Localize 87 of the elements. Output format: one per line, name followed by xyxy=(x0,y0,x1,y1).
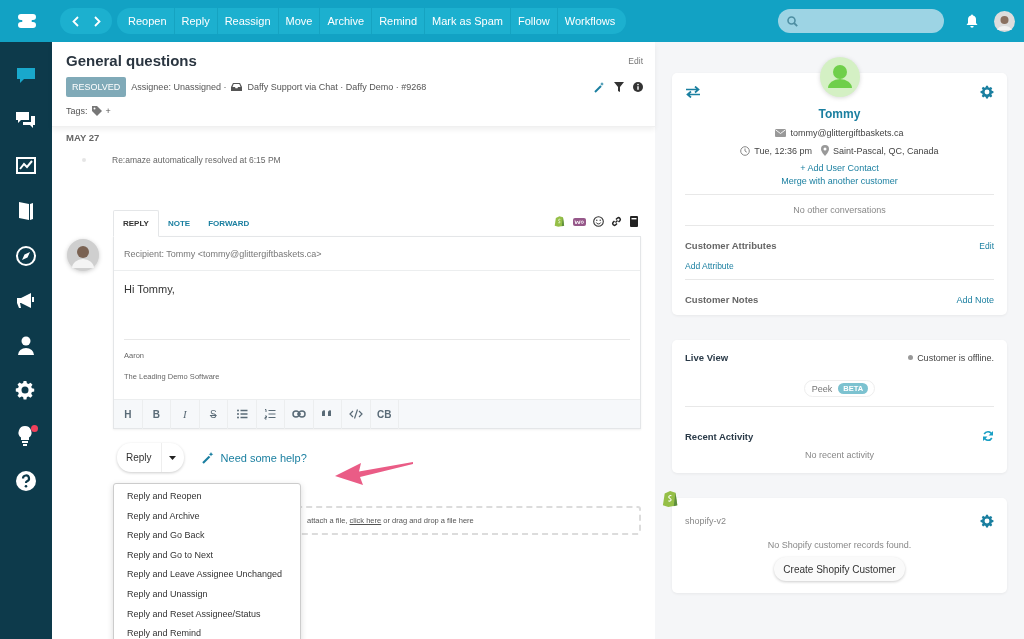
format-button[interactable]: S xyxy=(199,399,228,429)
merge-link[interactable]: Merge with another customer xyxy=(685,176,994,186)
person-avatar xyxy=(820,57,860,97)
no-activity-text: No recent activity xyxy=(804,450,875,460)
reply-button[interactable]: Reply xyxy=(117,443,162,472)
add-contact-link[interactable]: + Add User Contact xyxy=(685,163,994,173)
add-note-link[interactable]: Add Note xyxy=(956,294,994,305)
menu-item[interactable]: Reply and Leave Assignee Unchanged xyxy=(114,565,300,585)
event-text: Re:amaze automatically resolved at 6:15 PM xyxy=(112,155,281,165)
chevron-right-icon xyxy=(93,15,101,27)
edit-link[interactable]: Edit xyxy=(628,55,643,66)
caret-icon xyxy=(169,455,177,460)
woo-icon[interactable] xyxy=(573,217,586,226)
search-icon xyxy=(787,15,798,27)
menu-item[interactable]: Reply and Reopen xyxy=(114,487,300,507)
chart-icon xyxy=(15,155,37,177)
tag-icon[interactable] xyxy=(91,106,102,116)
edit-link[interactable]: Edit xyxy=(979,240,994,251)
assignee-text: Assignee: Unassigned · xyxy=(131,82,227,92)
section-title: Customer Notes xyxy=(685,294,759,305)
status-dot xyxy=(908,355,914,360)
section-title: Live View xyxy=(685,352,729,363)
integration-name: shopify-v2 xyxy=(685,516,727,526)
bullet-list-icon xyxy=(234,407,249,421)
composer-tab[interactable]: REPLY xyxy=(113,210,159,237)
emoji-icon[interactable] xyxy=(593,216,604,227)
add-attribute-link[interactable]: Add Attribute xyxy=(685,261,994,271)
date-label: MAY 27 xyxy=(65,131,101,143)
inbox-icon xyxy=(231,83,243,91)
link-icon[interactable] xyxy=(611,216,622,227)
no-records-text: No Shopify customer records found. xyxy=(766,540,913,550)
user-avatar[interactable] xyxy=(994,10,1015,32)
create-customer-button[interactable]: Create Shopify Customer xyxy=(774,557,905,581)
settings-icon xyxy=(15,380,37,402)
magic-wand-icon[interactable] xyxy=(594,81,605,93)
sidebar-item[interactable] xyxy=(13,243,39,269)
status-badge: RESOLVED xyxy=(66,77,127,97)
message-text: Hi Tommy, xyxy=(124,283,176,295)
bell-icon[interactable] xyxy=(966,14,978,28)
shopping-bag-icon[interactable] xyxy=(554,215,566,228)
menu-item[interactable]: Reply and Unassign xyxy=(114,584,300,605)
sidebar-item[interactable] xyxy=(13,468,39,494)
customer-email: tommy@glittergiftbaskets.ca xyxy=(790,128,904,138)
no-conversations-text: No other conversations xyxy=(792,204,887,217)
code-icon xyxy=(348,407,363,421)
clock-icon xyxy=(740,145,751,156)
numbered-list-icon xyxy=(263,407,278,421)
menu-item[interactable]: Reply and Go to Next xyxy=(114,545,300,566)
channel-text: Daffy Support via Chat · Daffy Demo · #9268 xyxy=(247,82,427,92)
help-icon xyxy=(15,470,37,492)
composer-tab[interactable]: NOTE xyxy=(158,210,200,237)
format-button[interactable]: B xyxy=(142,399,171,429)
magic-wand-icon xyxy=(201,451,214,464)
section-title: Recent Activity xyxy=(685,430,754,442)
search-field[interactable] xyxy=(778,9,944,33)
format-button[interactable]: H xyxy=(114,399,143,429)
add-tag-button[interactable]: + xyxy=(105,106,111,116)
chevron-left-icon xyxy=(71,15,79,27)
menu-item[interactable]: Reply and Archive xyxy=(114,506,300,527)
info-icon[interactable] xyxy=(633,82,643,92)
online-status: Customer is offline. xyxy=(917,352,994,363)
format-button[interactable]: CB xyxy=(370,399,399,429)
location-pin-icon xyxy=(821,145,830,156)
recipient-field[interactable]: Recipient: Tommy <tommy@glittergiftbaskets.ca> xyxy=(114,237,640,271)
logo-icon[interactable] xyxy=(18,13,36,29)
person-icon xyxy=(15,335,37,357)
customer-location: Saint-Pascal, QC, Canada xyxy=(833,145,939,156)
conversation-title: General questions xyxy=(66,52,197,69)
agent-avatar xyxy=(67,239,99,271)
link-icon xyxy=(291,407,306,421)
swap-icon[interactable] xyxy=(685,86,701,98)
menu-item[interactable]: Reply and Remind xyxy=(114,624,300,639)
help-link[interactable]: Need some help? xyxy=(201,451,307,464)
envelope-icon xyxy=(775,129,787,137)
settings-icon[interactable] xyxy=(980,85,994,99)
local-time: Tue, 12:36 pm xyxy=(754,145,813,156)
format-button[interactable]: I xyxy=(171,399,200,429)
customer-name: Tommy xyxy=(817,107,862,121)
refresh-icon[interactable] xyxy=(982,430,994,442)
section-title: Customer Attributes xyxy=(685,240,777,251)
menu-item[interactable]: Reply and Reset Assignee/Status xyxy=(114,604,300,625)
settings-icon[interactable] xyxy=(980,514,994,528)
tags-label: Tags: xyxy=(66,106,88,116)
filter-icon[interactable] xyxy=(614,82,624,92)
composer-tab[interactable]: FORWARD xyxy=(199,210,259,237)
notebook-icon[interactable] xyxy=(629,216,639,227)
compass-icon xyxy=(15,245,37,267)
